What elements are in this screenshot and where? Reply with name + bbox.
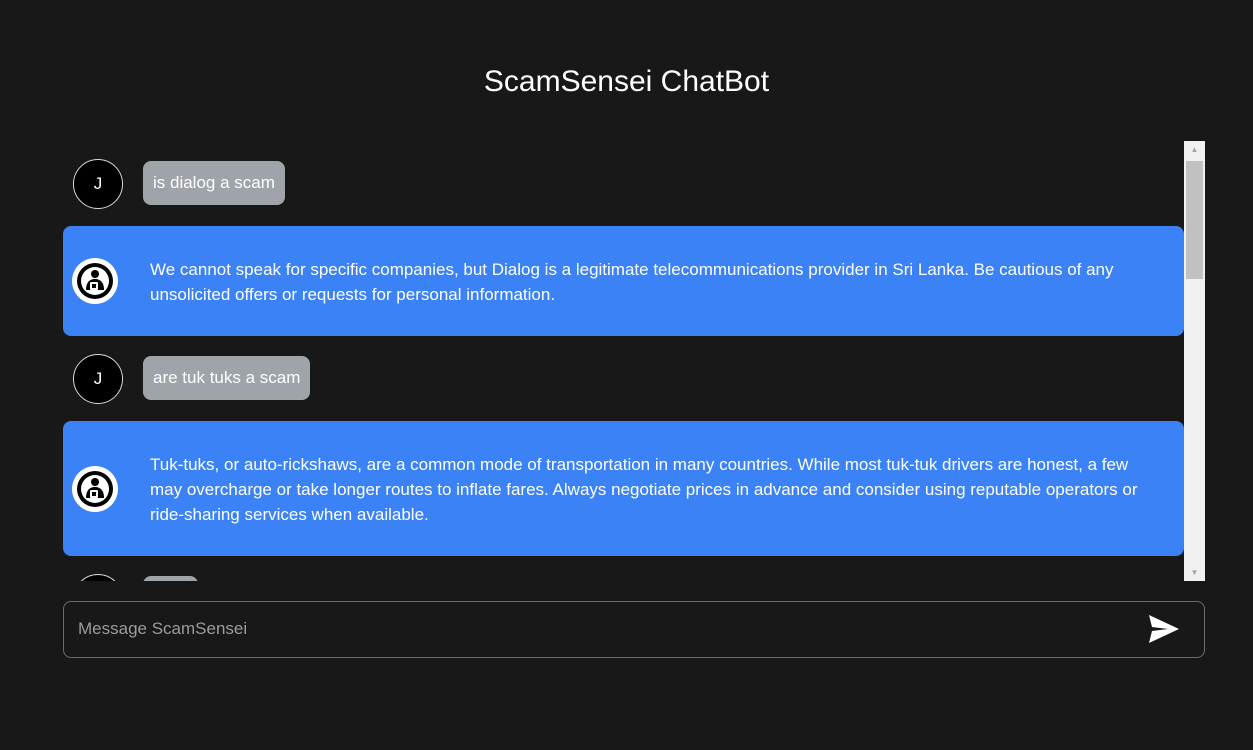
user-avatar: J xyxy=(73,354,123,404)
user-message: J are tuk tuks a scam xyxy=(63,354,1184,406)
user-message-bubble: is dialog a scam xyxy=(143,161,285,205)
bot-avatar-icon xyxy=(72,258,118,304)
chat-scrollbar[interactable]: ▲ ▼ xyxy=(1184,141,1205,581)
send-icon xyxy=(1149,615,1179,643)
chat-viewport: J is dialog a scam We cannot speak for s… xyxy=(63,141,1184,581)
user-message: J is dialog a scam xyxy=(63,159,1184,211)
bot-message: We cannot speak for specific companies, … xyxy=(63,226,1184,336)
message-input[interactable] xyxy=(78,610,1118,648)
message-composer xyxy=(63,601,1205,658)
bot-message: Tuk-tuks, or auto-rickshaws, are a commo… xyxy=(63,421,1184,556)
scroll-down-arrow-icon[interactable]: ▼ xyxy=(1184,564,1205,581)
scroll-up-arrow-icon[interactable]: ▲ xyxy=(1184,141,1205,158)
user-avatar: J xyxy=(73,574,123,581)
page-title: ScamSensei ChatBot xyxy=(483,65,770,98)
bot-avatar-icon xyxy=(72,466,118,512)
user-message: J xyxy=(63,574,1184,581)
user-message-bubble xyxy=(143,576,198,581)
scrollbar-thumb[interactable] xyxy=(1186,161,1203,279)
user-avatar: J xyxy=(73,159,123,209)
send-button[interactable] xyxy=(1146,612,1182,646)
user-message-bubble: are tuk tuks a scam xyxy=(143,356,311,400)
bot-message-text: We cannot speak for specific companies, … xyxy=(150,260,1114,304)
chat-history[interactable]: J is dialog a scam We cannot speak for s… xyxy=(63,141,1205,581)
bot-message-text: Tuk-tuks, or auto-rickshaws, are a commo… xyxy=(150,455,1138,524)
